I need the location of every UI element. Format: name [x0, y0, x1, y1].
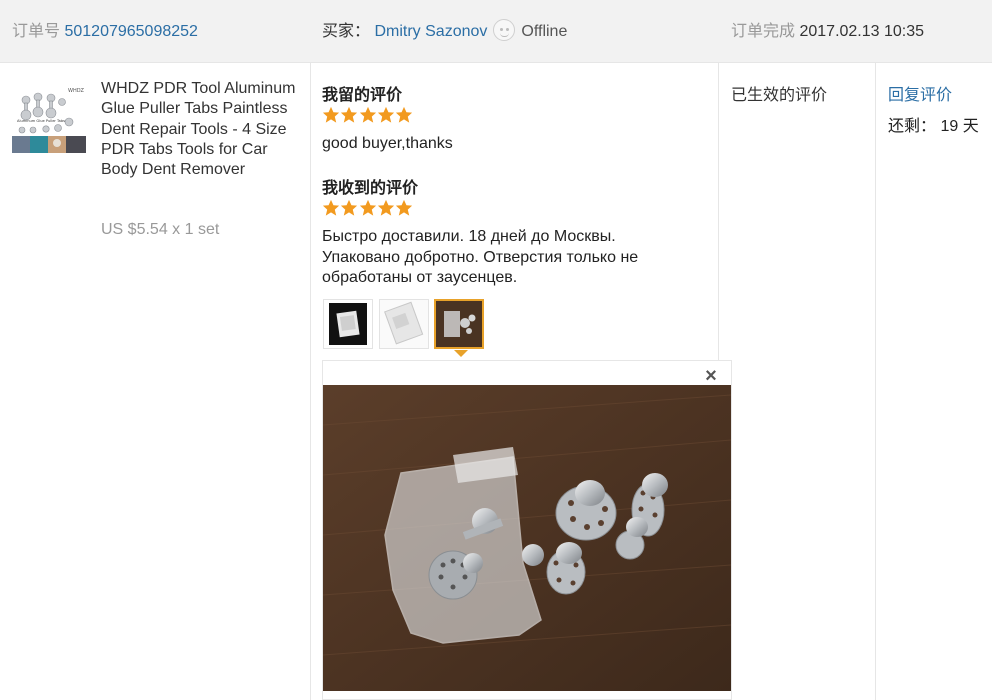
effective-review-label: 已生效的评价 — [731, 87, 828, 104]
buyer-status: Offline — [521, 23, 568, 40]
star-icon — [359, 106, 376, 123]
order-header: 订单号 501207965098252 买家： Dmitry Sazonov Of… — [0, 0, 992, 63]
review-photo-thumb-2[interactable] — [379, 299, 429, 349]
buyer-name-link[interactable]: Dmitry Sazonov — [374, 23, 487, 40]
remaining-value: 19 天 — [940, 118, 979, 135]
received-review-text: Быстро доставили. 18 дней до Москвы. Упа… — [322, 228, 639, 286]
product-title-link[interactable]: WHDZ PDR Tool Aluminum Glue Puller Tabs … — [101, 79, 306, 180]
star-icon — [396, 199, 413, 216]
review-photo-thumb-1[interactable] — [323, 299, 373, 349]
star-icon — [377, 199, 394, 216]
buyer-label: 买家： — [322, 23, 371, 40]
photo-thumb-image — [329, 303, 367, 345]
star-icon — [341, 106, 358, 123]
column-divider — [310, 63, 311, 700]
order-number-link[interactable]: 501207965098252 — [64, 23, 197, 40]
photo-thumb-image — [380, 300, 428, 348]
enlarged-review-photo — [323, 385, 731, 691]
product-price: US $5.54 x 1 set — [101, 221, 220, 238]
star-icon — [341, 199, 358, 216]
reply-review-link[interactable]: 回复评价 — [888, 81, 952, 105]
order-number-cell: 订单号 501207965098252 — [12, 0, 198, 63]
my-review-title: 我留的评价 — [322, 87, 403, 104]
remaining-time: 还剩： 19 天 — [888, 112, 979, 136]
thumbnail-brand-text: WHDZ — [68, 88, 85, 94]
buyer-avatar-icon — [493, 18, 516, 41]
received-review-title: 我收到的评价 — [322, 180, 419, 197]
star-icon — [377, 106, 394, 123]
my-review-stars — [322, 106, 413, 124]
photo-thumb-image — [436, 301, 482, 347]
buyer-cell: 买家： Dmitry Sazonov Offline — [322, 0, 567, 63]
thumbnail-caption-text: Aluminum Glue Puller Tabs — [17, 119, 65, 123]
received-review-stars — [322, 199, 413, 217]
my-review-text: good buyer,thanks — [322, 135, 453, 152]
review-photo-thumb-3-selected[interactable] — [434, 299, 484, 349]
selected-photo-caret — [454, 350, 468, 357]
order-number-label: 订单号 — [12, 23, 61, 40]
star-icon — [396, 106, 413, 123]
star-icon — [359, 199, 376, 216]
completed-time: 2017.02.13 10:35 — [799, 23, 925, 40]
completed-label: 订单完成 — [731, 23, 796, 40]
close-icon[interactable]: × — [703, 365, 719, 387]
completed-cell: 订单完成 2017.02.13 10:35 — [731, 0, 924, 63]
photo-viewer: × — [322, 360, 732, 700]
column-divider — [875, 63, 876, 700]
product-thumbnail[interactable]: WHDZ Aluminum Glue Puller Tabs — [12, 84, 86, 154]
star-icon — [322, 199, 340, 216]
star-icon — [322, 106, 340, 123]
remaining-label: 还剩： — [888, 118, 937, 135]
